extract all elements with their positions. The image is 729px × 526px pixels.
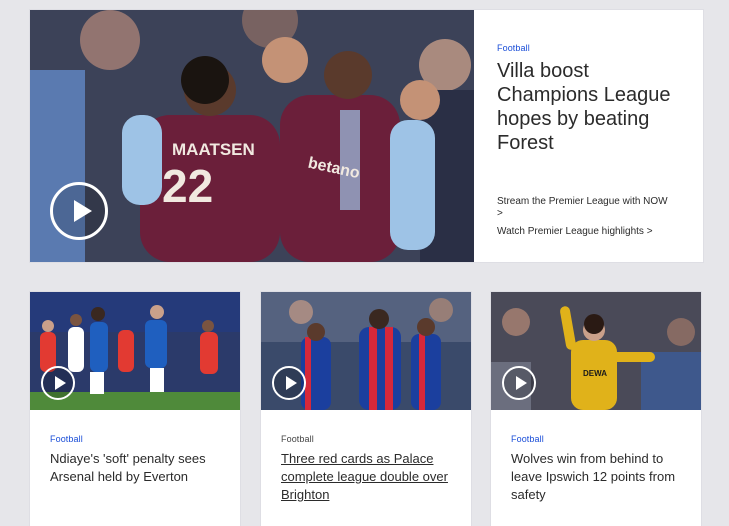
stream-premier-league-link[interactable]: Stream the Premier League with NOW > [497, 196, 682, 220]
hero-article-card[interactable]: MAATSEN 22 betano Football Villa boost C… [30, 10, 703, 262]
play-icon[interactable] [41, 366, 75, 400]
headline[interactable]: Villa boost Champions League hopes by be… [497, 59, 687, 155]
watch-highlights-link[interactable]: Watch Premier League highlights > [497, 226, 653, 238]
category-label[interactable]: Football [50, 434, 83, 444]
play-icon[interactable] [272, 366, 306, 400]
svg-text:MAATSEN: MAATSEN [172, 140, 255, 159]
article-image[interactable]: DEWA [491, 292, 701, 410]
svg-text:22: 22 [162, 160, 213, 212]
category-label[interactable]: Football [497, 43, 530, 53]
play-icon[interactable] [50, 182, 108, 240]
article-image[interactable] [261, 292, 471, 410]
category-label[interactable]: Football [511, 434, 544, 444]
headline[interactable]: Ndiaye's 'soft' penalty sees Arsenal hel… [50, 450, 230, 486]
hero-image[interactable]: MAATSEN 22 betano [30, 10, 474, 262]
chevron-right-icon: > [646, 226, 653, 237]
play-icon[interactable] [502, 366, 536, 400]
article-image[interactable] [30, 292, 240, 410]
article-card[interactable]: DEWA Football Wolves win from behind to … [491, 292, 701, 526]
chevron-right-icon: > [497, 208, 503, 219]
link-label: Watch Premier League highlights [497, 226, 644, 237]
svg-text:DEWA: DEWA [583, 369, 607, 378]
headline[interactable]: Wolves win from behind to leave Ipswich … [511, 450, 691, 504]
hero-text-panel: Football Villa boost Champions League ho… [474, 10, 703, 262]
link-label: Stream the Premier League with NOW [497, 196, 668, 207]
article-card[interactable]: Football Ndiaye's 'soft' penalty sees Ar… [30, 292, 240, 526]
category-label[interactable]: Football [281, 434, 314, 444]
headline[interactable]: Three red cards as Palace complete leagu… [281, 450, 461, 504]
article-card[interactable]: Football Three red cards as Palace compl… [261, 292, 471, 526]
